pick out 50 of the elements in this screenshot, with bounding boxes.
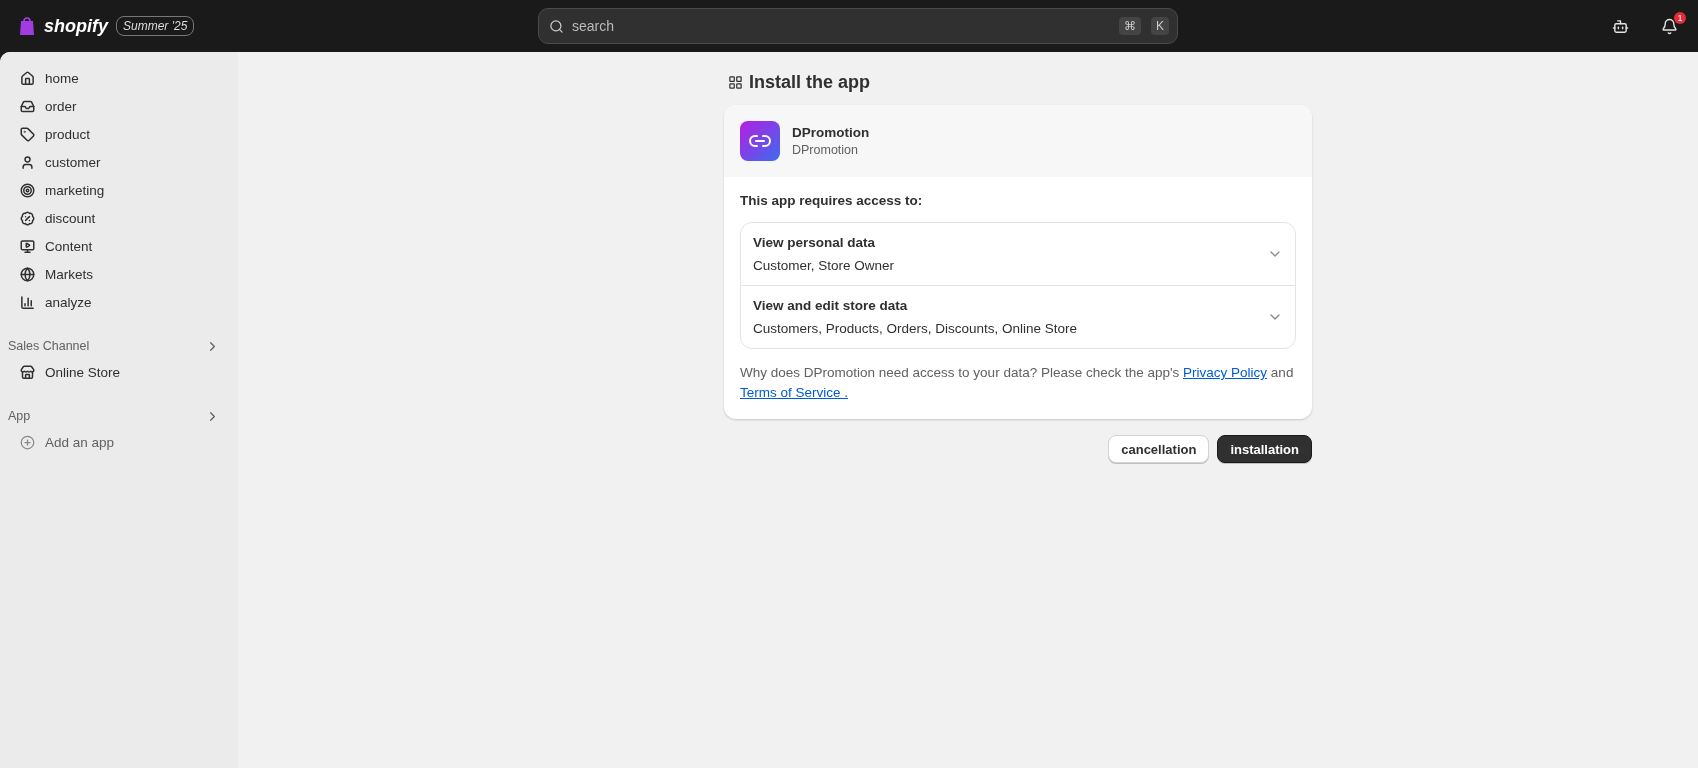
privacy-notice: Why does DPromotion need access to your data? Please check the app's Privacy Policy and Terms of Service .	[740, 364, 1295, 402]
sidebar-item[interactable]: Online Store	[8, 358, 230, 386]
policy-link[interactable]: Privacy Policy	[1183, 365, 1268, 380]
person-icon	[20, 154, 35, 170]
sidebar-item[interactable]: home	[8, 64, 230, 92]
inbox-icon	[20, 98, 35, 114]
app-name: DPromotion	[792, 125, 870, 140]
permission-row[interactable]: View and edit store data Customers, Products, Orders, Discounts, Online Store	[741, 285, 1295, 348]
cancel-button[interactable]: cancellation	[1108, 435, 1210, 463]
apps-grid-icon	[728, 75, 743, 90]
sidebar-item[interactable]: marketing	[8, 176, 230, 204]
notification-count: 1	[1674, 11, 1686, 24]
home-icon	[20, 70, 35, 86]
logo-wordmark[interactable]: shopify	[44, 15, 108, 37]
plus-circle-icon	[20, 434, 35, 450]
permission-title: View personal data	[753, 235, 877, 250]
shopping-bag-logo-icon	[18, 16, 36, 36]
permission-row[interactable]: View personal data Customer, Store Owner	[741, 223, 1295, 285]
sidebar-item[interactable]: Add an app	[8, 428, 230, 456]
sidebar-item[interactable]: Content	[8, 232, 230, 260]
access-heading: This app requires access to:	[740, 193, 924, 208]
page-title: Install the app	[749, 72, 871, 93]
sidebar-item[interactable]: analyze	[8, 288, 230, 316]
shortcut-key: ⌘	[1119, 17, 1141, 35]
permission-detail: Customers, Products, Orders, Discounts, Online Store	[753, 321, 1079, 336]
search-field[interactable]: search ⌘ K	[538, 8, 1178, 44]
search-input[interactable]: search	[570, 17, 1109, 35]
store-icon	[20, 364, 35, 380]
sidebar-item[interactable]: discount	[8, 204, 230, 232]
app-logo-icon	[740, 121, 780, 161]
percent-badge-icon	[20, 210, 35, 226]
monitor-icon	[20, 238, 35, 254]
bar-chart-icon	[20, 294, 35, 310]
search-icon	[549, 18, 564, 34]
permission-detail: Customer, Store Owner	[753, 258, 896, 273]
section-title: App	[8, 409, 31, 423]
section-title: Sales Channel	[8, 339, 90, 353]
globe-icon	[20, 266, 35, 282]
sidebar-item[interactable]: product	[8, 120, 230, 148]
app-developer: DPromotion	[792, 143, 859, 157]
policy-link[interactable]: Terms of Service .	[740, 385, 849, 400]
sidebar-item[interactable]: Markets	[8, 260, 230, 288]
sidebar-item[interactable]: customer	[8, 148, 230, 176]
permission-title: View and edit store data	[753, 298, 909, 313]
target-icon	[20, 182, 35, 198]
edition-badge[interactable]: Summer '25	[116, 16, 195, 36]
install-button[interactable]: installation	[1217, 435, 1312, 463]
tag-icon	[20, 126, 35, 142]
shortcut-key: K	[1151, 17, 1169, 35]
sidebar-item[interactable]: order	[8, 92, 230, 120]
